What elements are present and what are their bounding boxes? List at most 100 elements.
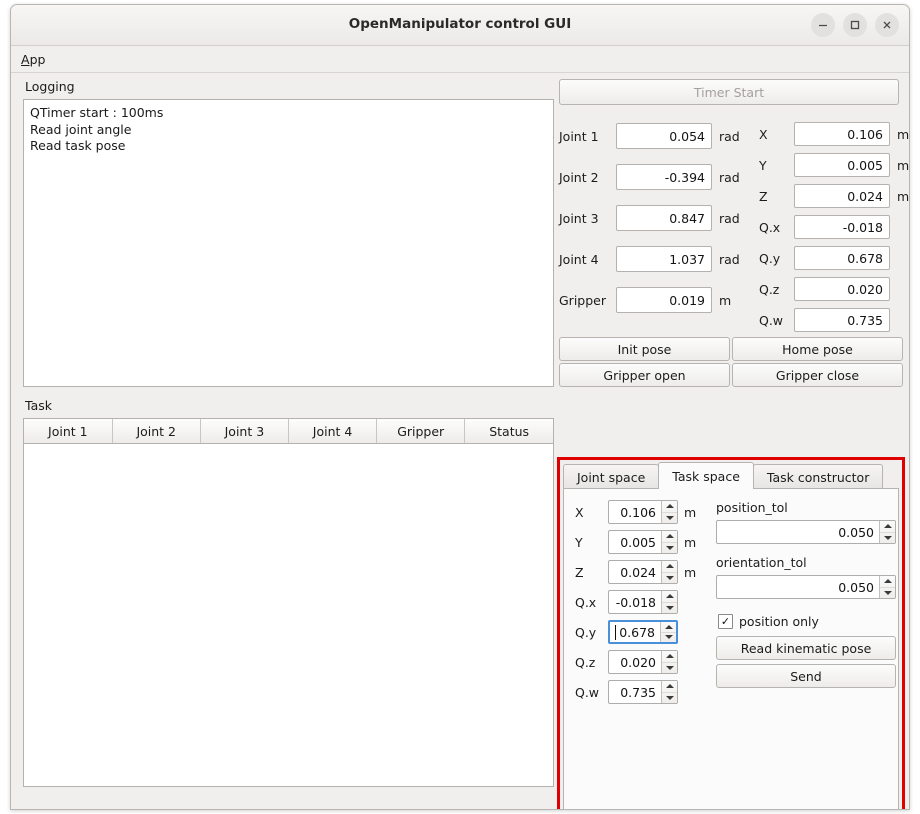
stepper-up-icon[interactable] [662,681,677,693]
stepper-up-icon[interactable] [661,622,676,633]
task-space-y-unit: m [684,534,697,550]
column-header-status[interactable]: Status [464,419,553,444]
pose-row-qz: Q.z 0.020 [759,277,897,301]
gripper-close-button[interactable]: Gripper close [732,363,903,387]
task-table[interactable]: Joint 1 Joint 2 Joint 3 Joint 4 Gripper … [23,418,554,787]
home-pose-button[interactable]: Home pose [732,337,903,361]
pose-qw-value: 0.735 [794,308,890,332]
tab-joint-space[interactable]: Joint space [563,464,660,489]
task-space-z-stepper[interactable] [661,561,677,583]
task-space-qy-spinbox[interactable]: 0.678 [608,620,678,644]
pose-row-x: X 0.106 m [759,122,909,146]
task-space-row-qy: Q.y 0.678 [575,620,705,644]
position-tol-spinbox[interactable]: 0.050 [716,520,896,544]
stepper-down-icon[interactable] [662,603,677,614]
minimize-icon[interactable] [811,13,835,37]
tab-task-constructor[interactable]: Task constructor [752,464,884,489]
column-header-joint3[interactable]: Joint 3 [200,419,289,444]
gripper-readout-value: 0.019 [616,287,712,313]
orientation-tol-spinbox[interactable]: 0.050 [716,575,896,599]
task-space-row-qw: Q.w 0.735 [575,680,705,704]
stepper-down-icon[interactable] [662,513,677,524]
task-space-y-stepper[interactable] [661,531,677,553]
column-header-gripper[interactable]: Gripper [376,419,466,444]
task-space-row-x: X 0.106 m [575,500,705,524]
joint-4-value: 1.037 [616,246,712,272]
task-space-z-spinbox[interactable]: 0.024 [608,560,678,584]
stepper-up-icon[interactable] [662,531,677,543]
maximize-icon[interactable] [843,13,867,37]
stepper-up-icon[interactable] [880,576,895,588]
joint-row-3: Joint 3 0.847 rad [559,205,740,231]
tab-task-space[interactable]: Task space [658,462,754,489]
task-space-y-value: 0.005 [620,534,656,550]
gripper-open-button[interactable]: Gripper open [559,363,730,387]
tab-strip: Joint space Task space Task constructor [563,462,899,489]
right-panel: Timer Start Joint 1 0.054 rad Joint 2 -0… [559,79,909,387]
task-space-row-z: Z 0.024 m [575,560,705,584]
pose-row-qy: Q.y 0.678 [759,246,897,270]
stepper-down-icon[interactable] [662,543,677,554]
task-space-qz-stepper[interactable] [661,651,677,673]
position-only-label: position only [739,614,819,629]
position-only-checkbox[interactable]: ✓ [718,614,733,629]
pose-z-value: 0.024 [794,184,890,208]
stepper-down-icon[interactable] [880,588,895,599]
stepper-down-icon[interactable] [662,573,677,584]
task-space-y-spinbox[interactable]: 0.005 [608,530,678,554]
task-space-x-unit: m [684,504,697,520]
pose-qx-label: Q.x [759,219,781,235]
init-pose-button[interactable]: Init pose [559,337,730,361]
stepper-down-icon[interactable] [661,633,676,643]
position-only-row[interactable]: ✓ position only [718,614,896,629]
task-space-x-stepper[interactable] [661,501,677,523]
task-space-qx-spinbox[interactable]: -0.018 [608,590,678,614]
task-space-fields: X 0.106 m Y 0.005 m Z 0.024 m Q.x -0.018… [575,500,705,710]
task-space-row-qx: Q.x -0.018 [575,590,705,614]
stepper-up-icon[interactable] [880,521,895,533]
column-header-joint1[interactable]: Joint 1 [24,419,113,444]
task-space-panel: X 0.106 m Y 0.005 m Z 0.024 m Q.x -0.018… [563,488,899,809]
task-space-x-spinbox[interactable]: 0.106 [608,500,678,524]
log-line: Read joint angle [30,121,132,137]
column-header-joint2[interactable]: Joint 2 [112,419,201,444]
pose-qx-value: -0.018 [794,215,890,239]
position-tol-stepper[interactable] [879,521,895,543]
task-space-qx-stepper[interactable] [661,591,677,613]
pose-x-unit: m [897,126,910,142]
orientation-tol-stepper[interactable] [879,576,895,598]
task-space-y-label: Y [575,534,583,550]
stepper-up-icon[interactable] [662,591,677,603]
stepper-up-icon[interactable] [662,651,677,663]
task-space-qw-spinbox[interactable]: 0.735 [608,680,678,704]
stepper-down-icon[interactable] [662,693,677,704]
task-space-qz-label: Q.z [575,654,596,670]
pose-qy-value: 0.678 [794,246,890,270]
desktop-background: OpenManipulator control GUI App Logging … [0,0,920,814]
column-header-joint4[interactable]: Joint 4 [288,419,378,444]
joint-4-unit: rad [719,251,740,267]
stepper-down-icon[interactable] [880,533,895,544]
timer-start-button[interactable]: Timer Start [559,79,899,105]
stepper-down-icon[interactable] [662,663,677,674]
send-button[interactable]: Send [716,664,896,688]
logging-output[interactable]: QTimer start : 100ms Read joint angle Re… [23,99,554,387]
task-space-qy-stepper[interactable] [660,622,676,642]
task-space-qz-spinbox[interactable]: 0.020 [608,650,678,674]
task-space-row-qz: Q.z 0.020 [575,650,705,674]
close-icon[interactable] [875,13,899,37]
stepper-up-icon[interactable] [662,501,677,513]
menu-item-app[interactable]: App [11,50,53,69]
gripper-readout-unit: m [719,292,732,308]
log-line: QTimer start : 100ms [30,105,164,120]
joint-4-label: Joint 4 [559,251,599,267]
task-space-qw-stepper[interactable] [661,681,677,703]
read-kinematic-pose-button[interactable]: Read kinematic pose [716,636,896,660]
joint-3-unit: rad [719,210,740,226]
title-bar[interactable]: OpenManipulator control GUI [11,5,909,46]
stepper-up-icon[interactable] [662,561,677,573]
joint-row-2: Joint 2 -0.394 rad [559,164,740,190]
joint-1-label: Joint 1 [559,128,599,144]
gripper-readout-label: Gripper [559,292,606,308]
pose-qz-label: Q.z [759,281,780,297]
